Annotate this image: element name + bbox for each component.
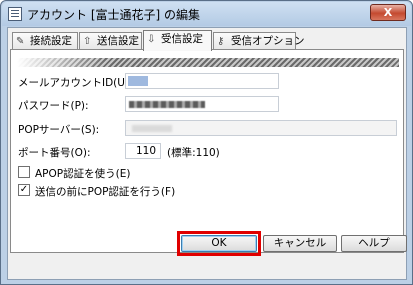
selected-text (128, 76, 148, 86)
title-bar[interactable]: アカウント [富士通花子] の編集 X (2, 2, 411, 26)
pop-server-input[interactable] (125, 120, 397, 136)
receive-icon: ⇩ (147, 34, 156, 45)
close-icon: X (383, 6, 393, 19)
port-input[interactable]: 110 (125, 143, 161, 159)
port-label: ポート番号(O): (18, 147, 91, 159)
wrench-icon: ✎ (16, 36, 25, 47)
help-button[interactable]: ヘルプ (341, 235, 407, 252)
password-input[interactable] (125, 96, 279, 112)
pop-before-send-label: 送信の前にPOP認証を行う(F) (35, 186, 176, 198)
cancel-button[interactable]: キャンセル (263, 235, 337, 252)
key-icon: ⚷ (217, 36, 225, 47)
tab-label: 接続設定 (30, 35, 72, 47)
receive-settings-panel: メールアカウントID(U): パスワード(P): POPサーバー(S): ポート… (10, 49, 404, 253)
dialog-window: アカウント [富士通花子] の編集 X ✎ 接続設定 ⇧ 送信設定 ⇩ 受信設定 ⚷ 受… (0, 0, 413, 285)
close-button[interactable]: X (370, 4, 406, 21)
tab-receive-options[interactable]: ⚷ 受信オプション (213, 32, 305, 50)
send-icon: ⇧ (83, 36, 92, 47)
tab-send[interactable]: ⇧ 送信設定 (79, 32, 142, 50)
account-id-input[interactable] (125, 73, 279, 89)
tab-label: 送信設定 (97, 35, 139, 47)
server-value (132, 125, 172, 132)
tab-label: 受信オプション (231, 35, 305, 47)
password-label: パスワード(P): (18, 100, 89, 112)
section-divider (17, 58, 399, 67)
ok-button[interactable]: OK (181, 235, 257, 252)
window-title: アカウント [富士通花子] の編集 (27, 8, 200, 22)
account-id-label: メールアカウントID(U): (18, 77, 133, 89)
checkmark-icon: ✓ (19, 184, 29, 195)
apop-checkbox[interactable] (18, 166, 30, 178)
app-icon (8, 7, 22, 21)
port-default-hint: (標準:110) (167, 147, 220, 159)
apop-label[interactable]: APOP認証を使う(E) (35, 166, 130, 181)
pop-server-label: POPサーバー(S): (18, 124, 100, 136)
tab-label: 受信設定 (161, 33, 203, 45)
pop-before-send-checkbox[interactable]: ✓ (18, 184, 30, 196)
tab-connection[interactable]: ✎ 接続設定 (12, 32, 78, 50)
tab-receive[interactable]: ⇩ 受信設定 (143, 30, 212, 51)
masked-password (129, 101, 205, 108)
